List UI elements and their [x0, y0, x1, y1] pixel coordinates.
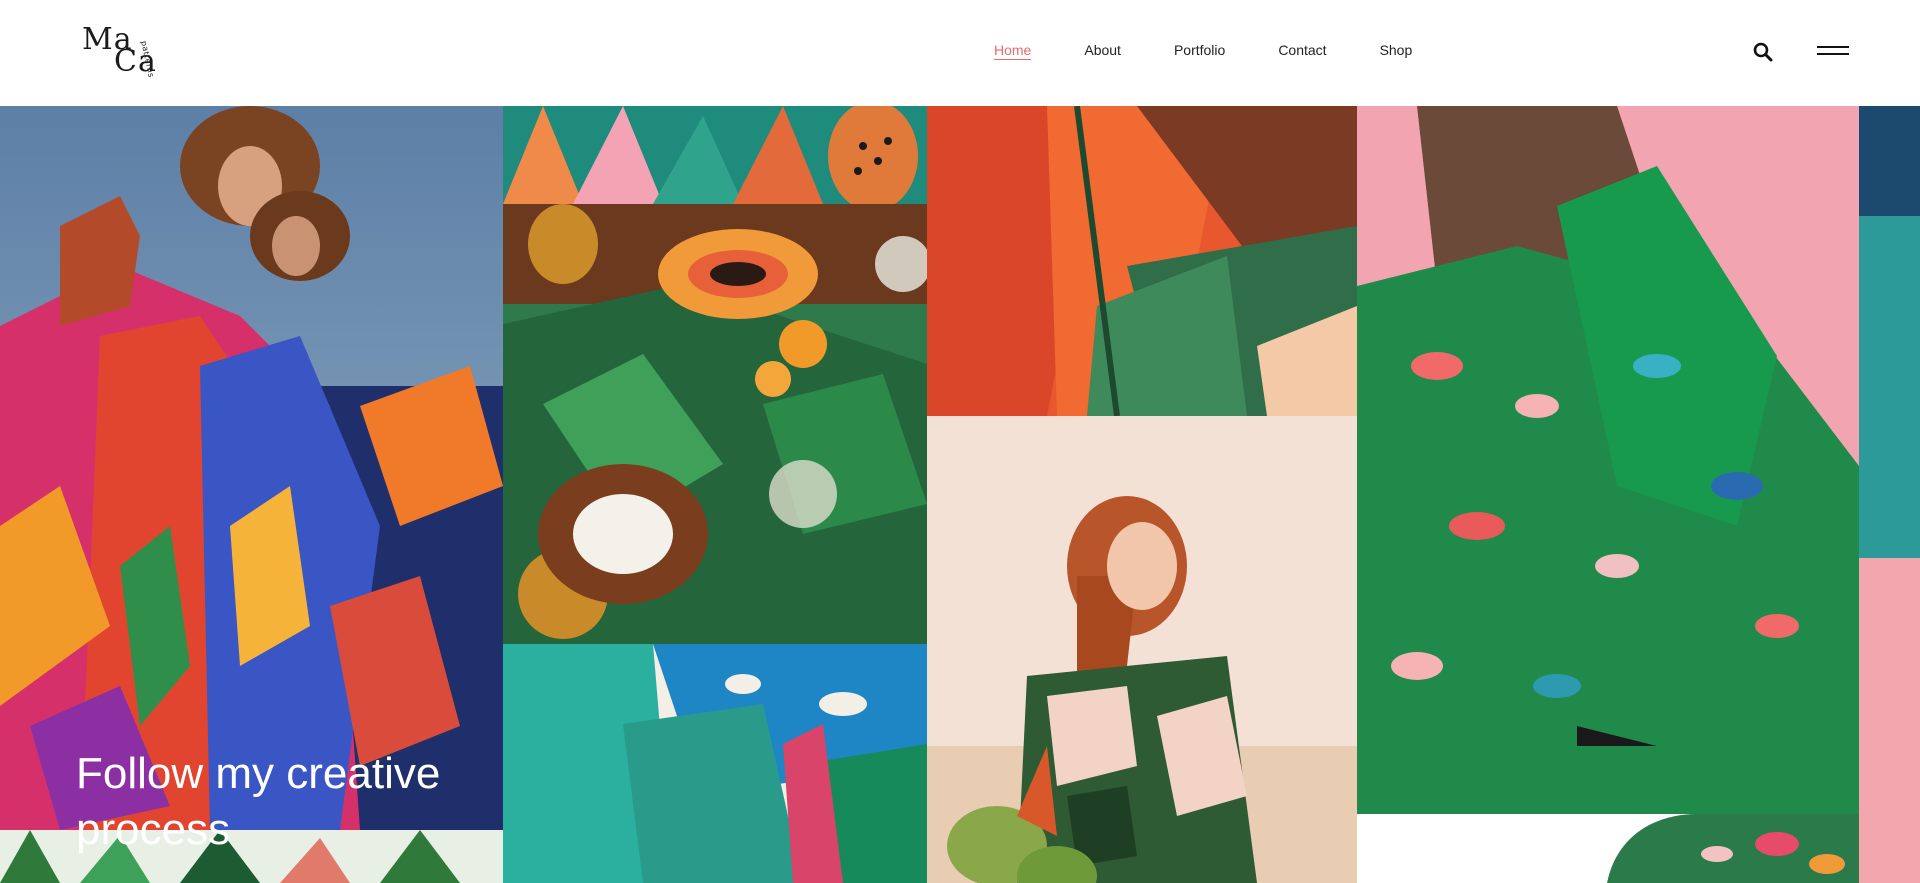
gallery-image-models-tropical-dress[interactable] — [0, 106, 503, 830]
color-swatch-navy — [1859, 106, 1920, 216]
gallery-image-woman-green-floral-outfit[interactable] — [1357, 106, 1859, 814]
main-nav: Home About Portfolio Contact Shop — [994, 41, 1465, 60]
hero-headline: Follow my creative process — [76, 749, 441, 854]
color-swatch-pink — [1859, 558, 1920, 883]
nav-about-link[interactable]: About — [1084, 41, 1121, 60]
gallery-image-banana-leaves-painting[interactable] — [927, 106, 1357, 416]
search-icon[interactable] — [1753, 42, 1773, 62]
gallery-image-tropical-fruit[interactable] — [503, 204, 927, 644]
gallery-image-monstera-print[interactable] — [503, 644, 927, 883]
nav-contact-link[interactable]: Contact — [1278, 41, 1326, 60]
hamburger-menu-icon[interactable] — [1817, 46, 1849, 58]
nav-shop-link[interactable]: Shop — [1380, 41, 1413, 60]
site-logo[interactable]: Ma Ca patterns — [82, 22, 168, 79]
nav-portfolio-link[interactable]: Portfolio — [1174, 41, 1225, 60]
gallery-image-floral-bottom-right[interactable] — [1357, 814, 1859, 883]
color-swatch-teal — [1859, 216, 1920, 558]
nav-home-link[interactable]: Home — [994, 41, 1032, 60]
gallery-image-woman-seated-tropical-outfit[interactable] — [927, 416, 1357, 883]
site-header: Ma Ca patterns Home About Portfolio Cont… — [0, 0, 1920, 106]
gallery-image-painted-leaves[interactable] — [503, 106, 927, 204]
